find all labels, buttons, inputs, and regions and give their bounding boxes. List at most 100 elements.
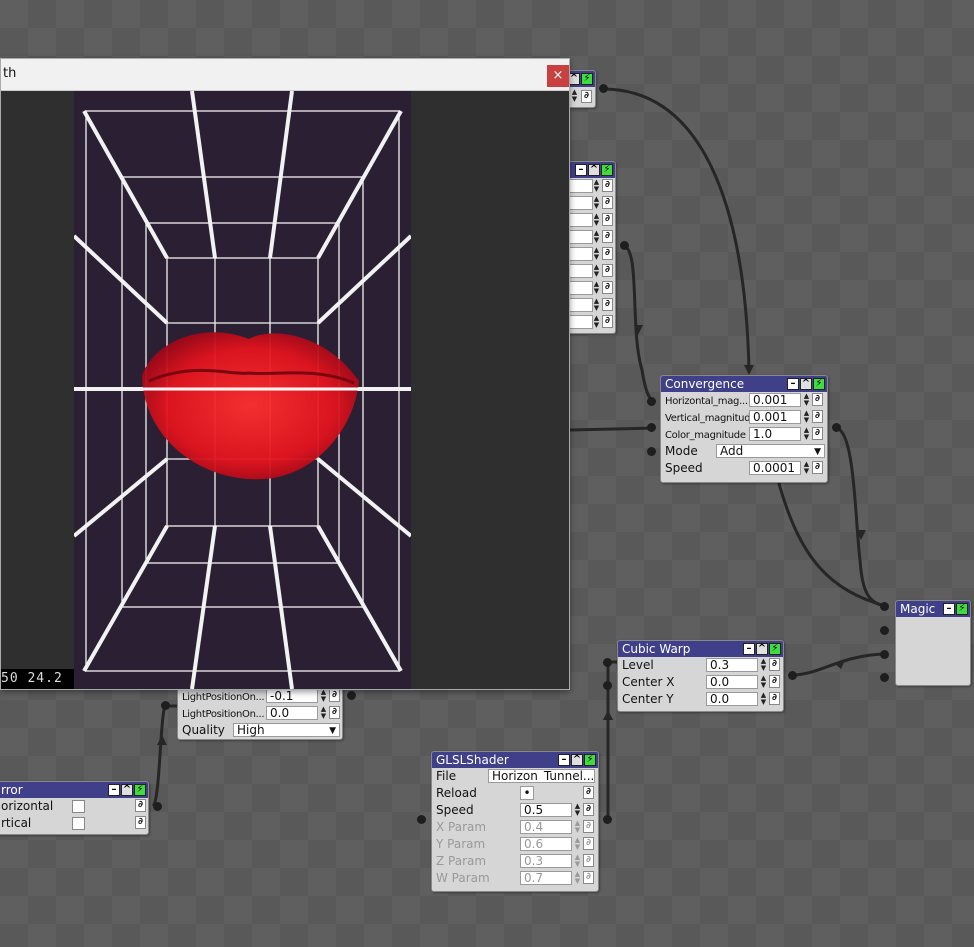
param-value[interactable]: -0.1 <box>266 689 318 703</box>
eye-icon[interactable]: ^ <box>756 643 768 655</box>
bolt-icon[interactable]: ⚡ <box>813 378 825 390</box>
param-value[interactable] <box>567 281 593 295</box>
spinner-arrows-icon[interactable]: ▲ ▼ <box>573 854 582 869</box>
link-icon[interactable]: ∂ <box>583 871 594 884</box>
minimize-icon[interactable]: – <box>787 378 799 390</box>
bolt-icon[interactable]: ⚡ <box>769 643 781 655</box>
input-port[interactable] <box>161 701 170 710</box>
spinner-arrows-icon[interactable]: ▲ ▼ <box>573 820 582 835</box>
param-value[interactable]: 0.7 <box>520 871 572 885</box>
param-value[interactable] <box>567 213 593 227</box>
input-port[interactable] <box>603 658 612 667</box>
param-value[interactable] <box>567 196 593 210</box>
link-icon[interactable]: ∂ <box>602 196 613 209</box>
spinner-arrows-icon[interactable]: ▲ ▼ <box>592 315 601 330</box>
link-icon[interactable]: ∂ <box>812 393 823 406</box>
file-field[interactable]: Horizon_Tunnel... <box>488 769 595 783</box>
quality-dropdown[interactable]: High ▼ <box>233 723 340 737</box>
link-icon[interactable]: ∂ <box>583 786 594 799</box>
link-icon[interactable]: ∂ <box>583 820 594 833</box>
output-port[interactable] <box>153 802 162 811</box>
eye-icon[interactable]: ^ <box>588 164 600 176</box>
input-port[interactable] <box>647 397 656 406</box>
spinner-arrows-icon[interactable]: ▲ ▼ <box>759 692 768 707</box>
mode-dropdown[interactable]: Add ▼ <box>716 444 825 458</box>
link-icon[interactable]: ∂ <box>812 427 823 440</box>
link-icon[interactable]: ∂ <box>602 315 613 328</box>
spinner-arrows-icon[interactable]: ▲ ▼ <box>759 658 768 673</box>
link-icon[interactable]: ∂ <box>583 854 594 867</box>
spinner-arrows-icon[interactable]: ▲ ▼ <box>592 281 601 296</box>
input-port[interactable] <box>603 681 612 690</box>
input-port[interactable] <box>647 447 656 456</box>
input-port[interactable] <box>647 423 656 432</box>
spinner-arrows-icon[interactable]: ▲ ▼ <box>592 179 601 194</box>
convergence-node[interactable]: Convergence – ^ ⚡ Horizontal_mag... 0.001 … <box>660 375 828 483</box>
bolt-icon[interactable]: ⚡ <box>956 603 968 615</box>
spinner-arrows-icon[interactable]: ▲ ▼ <box>592 213 601 228</box>
param-value[interactable] <box>567 264 593 278</box>
glsl-shader-node[interactable]: GLSLShader – ^ ⚡ File Horizon_Tunnel... Re… <box>431 751 599 892</box>
input-port[interactable] <box>417 815 426 824</box>
param-value[interactable]: 0.4 <box>520 820 572 834</box>
param-value[interactable]: 0.3 <box>706 658 758 672</box>
spinner-arrows-icon[interactable]: ▲ ▼ <box>592 264 601 279</box>
light-node[interactable]: LightPositionOn... -0.1 ▲ ▼ ∂ LightPositio… <box>177 686 343 740</box>
link-icon[interactable]: ∂ <box>602 213 613 226</box>
link-icon[interactable]: ∂ <box>329 706 340 719</box>
spinner-arrows-icon[interactable]: ▲ ▼ <box>802 427 811 442</box>
param-value[interactable] <box>567 298 593 312</box>
hidden-node-top[interactable]: ^ ⚡ ▲ ▼ ∂ <box>566 70 596 108</box>
param-value[interactable] <box>567 315 593 329</box>
link-icon[interactable]: ∂ <box>583 803 594 816</box>
param-value[interactable]: 0.3 <box>520 854 572 868</box>
link-icon[interactable]: ∂ <box>769 675 780 688</box>
horizontal-checkbox[interactable] <box>72 800 85 813</box>
param-value[interactable] <box>567 179 593 193</box>
output-port[interactable] <box>788 671 797 680</box>
mirror-node[interactable]: rror – ^ ⚡ orizontal ∂ rtical ∂ <box>0 781 149 835</box>
param-value[interactable]: 0.0 <box>706 675 758 689</box>
spinner-arrows-icon[interactable]: ▲ ▼ <box>570 89 579 104</box>
spinner-arrows-icon[interactable]: ▲ ▼ <box>802 461 811 476</box>
spinner-arrows-icon[interactable]: ▲ ▼ <box>319 706 328 721</box>
preview-window[interactable]: th × 50 24.2 <box>0 58 570 690</box>
output-port[interactable] <box>347 691 356 700</box>
bolt-icon[interactable]: ⚡ <box>134 784 146 796</box>
link-icon[interactable]: ∂ <box>329 689 340 702</box>
param-value[interactable]: 0.5 <box>520 803 572 817</box>
link-icon[interactable]: ∂ <box>602 264 613 277</box>
link-icon[interactable]: ∂ <box>602 298 613 311</box>
close-icon[interactable]: × <box>547 65 569 87</box>
window-titlebar[interactable]: th × <box>1 59 569 91</box>
minimize-icon[interactable]: – <box>943 603 955 615</box>
output-port[interactable] <box>599 84 608 93</box>
spinner-arrows-icon[interactable]: ▲ ▼ <box>592 247 601 262</box>
param-value[interactable]: 0.001 <box>749 410 801 424</box>
output-port[interactable] <box>620 241 629 250</box>
link-icon[interactable]: ∂ <box>135 816 146 829</box>
spinner-arrows-icon[interactable]: ▲ ▼ <box>592 230 601 245</box>
link-icon[interactable]: ∂ <box>769 658 780 671</box>
bolt-icon[interactable]: ⚡ <box>584 754 596 766</box>
spinner-arrows-icon[interactable]: ▲ ▼ <box>573 871 582 886</box>
cubic-warp-node[interactable]: Cubic Warp – ^ ⚡ Level 0.3 ▲ ▼ ∂ Center X 0.… <box>617 640 784 712</box>
param-value[interactable]: 1.0 <box>749 427 801 441</box>
link-icon[interactable]: ∂ <box>602 230 613 243</box>
spinner-arrows-icon[interactable]: ▲ ▼ <box>573 837 582 852</box>
spinner-arrows-icon[interactable]: ▲ ▼ <box>592 298 601 313</box>
bolt-icon[interactable]: ⚡ <box>601 164 613 176</box>
spinner-arrows-icon[interactable]: ▲ ▼ <box>573 803 582 818</box>
link-icon[interactable]: ∂ <box>583 837 594 850</box>
eye-icon[interactable]: ^ <box>571 754 583 766</box>
minimize-icon[interactable]: – <box>108 784 120 796</box>
bolt-icon[interactable]: ⚡ <box>581 73 593 85</box>
param-value[interactable]: 0.6 <box>520 837 572 851</box>
param-value[interactable]: 0.001 <box>749 393 801 407</box>
link-icon[interactable]: ∂ <box>581 90 592 103</box>
minimize-icon[interactable]: – <box>575 164 587 176</box>
output-port[interactable] <box>832 423 841 432</box>
spinner-arrows-icon[interactable]: ▲ ▼ <box>759 675 768 690</box>
link-icon[interactable]: ∂ <box>812 461 823 474</box>
magic-node[interactable]: Magic – ⚡ <box>895 600 971 686</box>
